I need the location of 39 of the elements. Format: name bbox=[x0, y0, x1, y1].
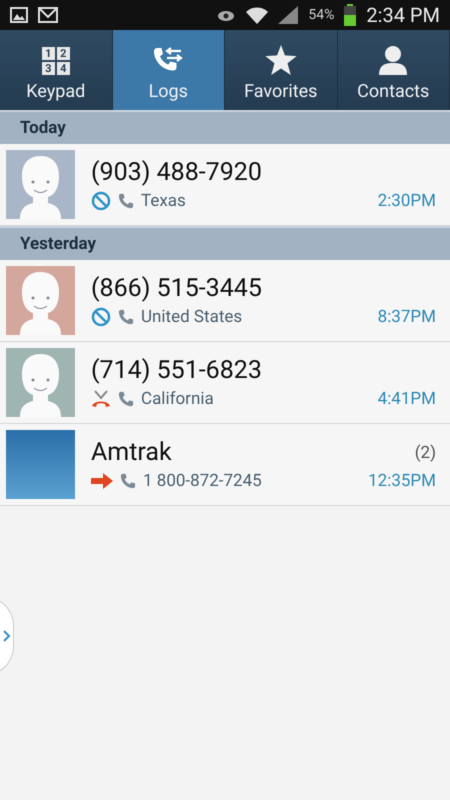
wifi-icon bbox=[246, 6, 268, 24]
call-time: 12:35PM bbox=[368, 471, 436, 491]
call-detail: California bbox=[141, 389, 215, 409]
call-count: (2) bbox=[414, 442, 436, 462]
signal-icon bbox=[278, 6, 298, 24]
phone-icon bbox=[117, 192, 135, 210]
caller-name: (866) 515-3445 bbox=[91, 274, 263, 303]
blocked-icon bbox=[91, 191, 111, 211]
caller-name: (903) 488-7920 bbox=[91, 158, 263, 187]
call-detail: Texas bbox=[141, 191, 187, 211]
blocked-icon bbox=[91, 307, 111, 327]
eye-icon bbox=[216, 8, 236, 22]
phone-icon bbox=[117, 308, 135, 326]
battery-percent: 54% bbox=[308, 7, 334, 23]
call-time: 4:41PM bbox=[378, 389, 436, 409]
section-title: Yesterday bbox=[20, 234, 96, 254]
mail-icon bbox=[38, 7, 58, 23]
chevron-right-icon bbox=[3, 630, 11, 642]
caller-name: Amtrak bbox=[91, 438, 173, 467]
star-icon bbox=[264, 45, 297, 75]
tab[interactable]: Logs bbox=[112, 30, 225, 110]
status-time: 2:34 PM bbox=[366, 3, 440, 27]
missed-call-icon bbox=[91, 389, 111, 409]
battery-icon bbox=[344, 4, 356, 26]
call-time: 2:30PM bbox=[378, 191, 436, 211]
call-detail: 1 800-872-7245 bbox=[143, 471, 263, 491]
call-detail: United States bbox=[141, 307, 244, 327]
person-icon bbox=[377, 45, 410, 75]
section-title: Today bbox=[20, 118, 66, 138]
caller-name: (714) 551-6823 bbox=[91, 356, 263, 385]
right-arrow-icon bbox=[91, 473, 113, 489]
phone-icon bbox=[117, 390, 135, 408]
tab[interactable]: Contacts bbox=[338, 30, 450, 110]
call-time: 8:37PM bbox=[378, 307, 436, 327]
phone-icon bbox=[119, 472, 137, 490]
image-icon bbox=[10, 7, 28, 23]
tab[interactable]: 1 2 3 4 Keypad bbox=[0, 30, 112, 110]
tab[interactable]: Favorites bbox=[225, 30, 338, 110]
photo-placeholder bbox=[6, 430, 75, 499]
